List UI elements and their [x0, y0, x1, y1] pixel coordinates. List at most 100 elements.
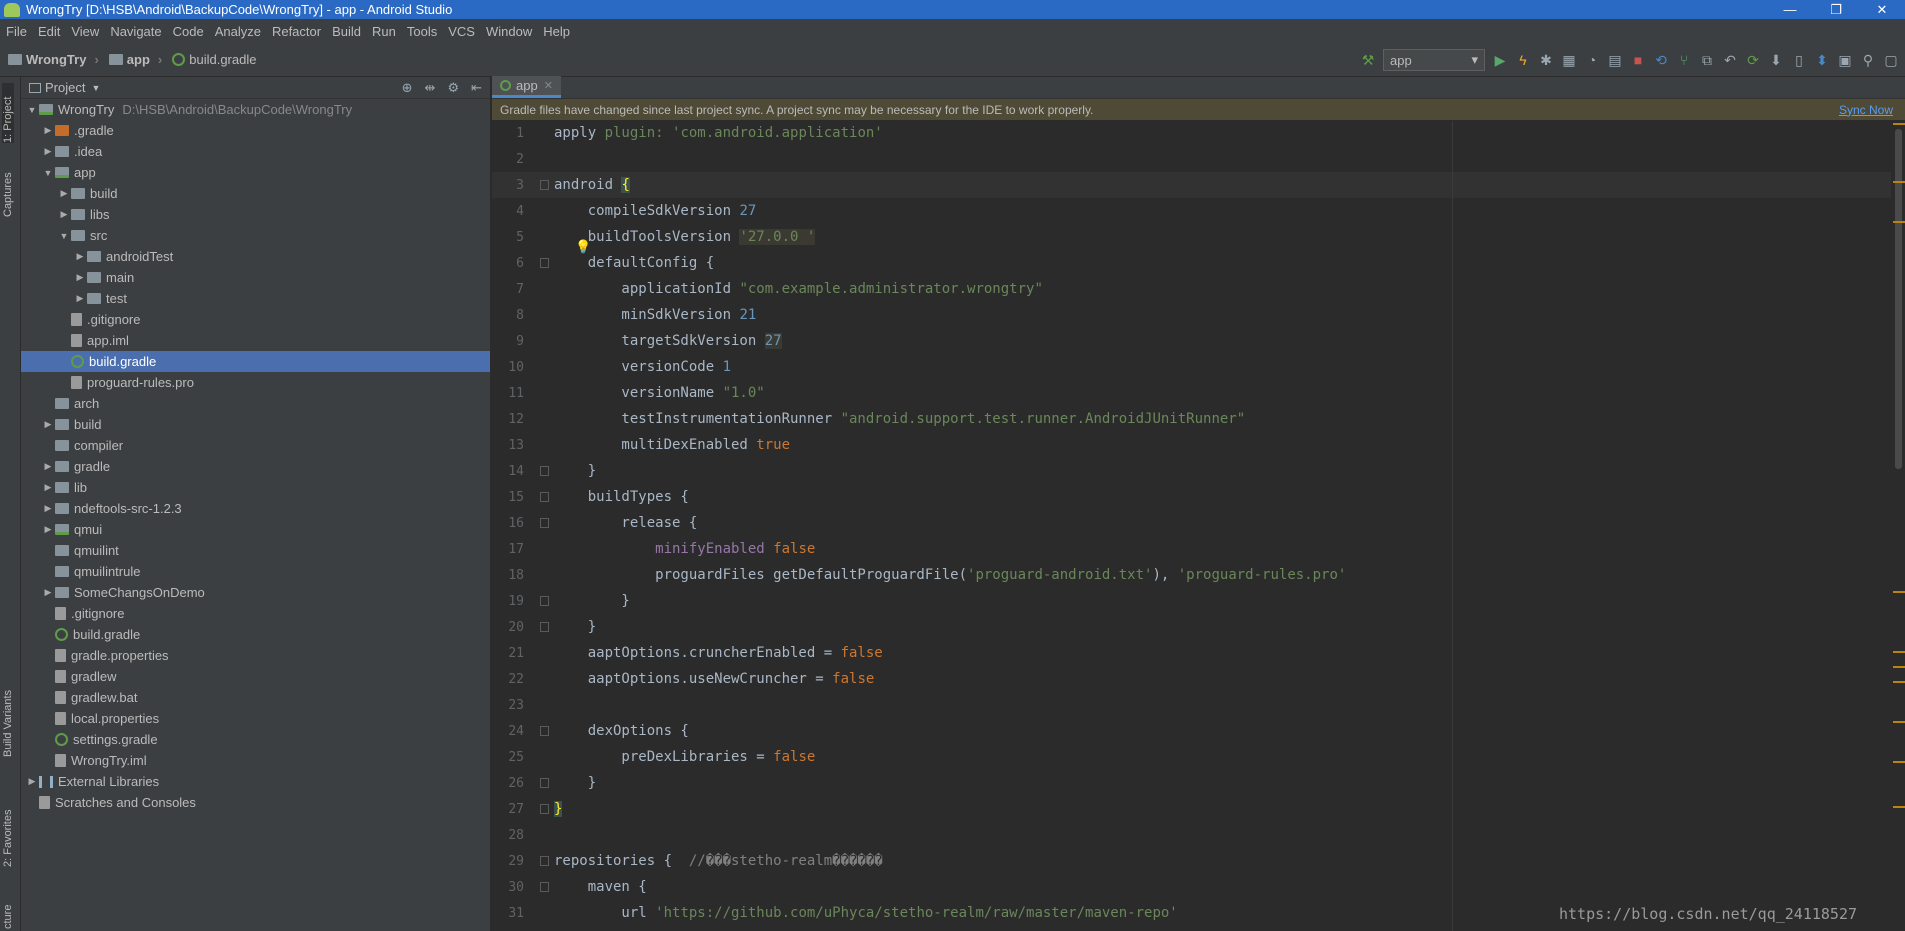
error-stripe-mark[interactable]: [1893, 806, 1905, 808]
code-line[interactable]: 4 compileSdkVersion 27: [492, 198, 1905, 224]
fold-marker-icon[interactable]: [540, 180, 549, 190]
run-configuration-select[interactable]: app ▾: [1383, 49, 1485, 71]
collapsed-arrow-icon[interactable]: ▶: [57, 188, 71, 199]
close-button[interactable]: ✕: [1859, 2, 1905, 18]
code-line[interactable]: 14 }: [492, 458, 1905, 484]
tree-item[interactable]: local.properties: [21, 708, 490, 729]
tree-item[interactable]: gradlew.bat: [21, 687, 490, 708]
collapsed-arrow-icon[interactable]: ▶: [73, 293, 87, 304]
code-line[interactable]: 19 }: [492, 588, 1905, 614]
stop-icon[interactable]: ■: [1630, 52, 1646, 68]
expanded-arrow-icon[interactable]: ▼: [57, 231, 71, 241]
gear-icon[interactable]: ⚙: [447, 80, 459, 96]
minimize-button[interactable]: —: [1767, 2, 1813, 17]
tree-item[interactable]: ▶ test: [21, 288, 490, 309]
menu-view[interactable]: View: [71, 24, 99, 39]
tree-item[interactable]: ▶ .idea: [21, 141, 490, 162]
vcs-commit-icon[interactable]: ⧉: [1699, 52, 1715, 68]
fold-marker-icon[interactable]: [540, 856, 549, 866]
gradle-sync-icon[interactable]: ⟳: [1745, 52, 1761, 68]
code-line[interactable]: 24 dexOptions {: [492, 718, 1905, 744]
tree-item[interactable]: Scratches and Consoles: [21, 792, 490, 813]
expanded-arrow-icon[interactable]: ▼: [41, 168, 55, 178]
tree-item[interactable]: ▶ .gradle: [21, 120, 490, 141]
code-line[interactable]: 29 repositories { //���stetho-realm������: [492, 848, 1905, 874]
code-line[interactable]: 9 targetSdkVersion 27: [492, 328, 1905, 354]
error-stripe-mark[interactable]: [1893, 666, 1905, 668]
error-stripe-mark[interactable]: [1893, 761, 1905, 763]
tree-item[interactable]: compiler: [21, 435, 490, 456]
menu-tools[interactable]: Tools: [407, 24, 437, 39]
code-line[interactable]: 17 minifyEnabled false: [492, 536, 1905, 562]
debug-icon[interactable]: ✱: [1538, 52, 1554, 68]
code-line[interactable]: 22 aaptOptions.useNewCruncher = false: [492, 666, 1905, 692]
code-line[interactable]: 21 aaptOptions.cruncherEnabled = false: [492, 640, 1905, 666]
tree-item[interactable]: proguard-rules.pro: [21, 372, 490, 393]
code-line[interactable]: 8 minSdkVersion 21: [492, 302, 1905, 328]
build-variants-tool-tab[interactable]: Build Variants: [2, 677, 14, 757]
code-line[interactable]: 6 defaultConfig {: [492, 250, 1905, 276]
code-line[interactable]: 18 proguardFiles getDefaultProguardFile(…: [492, 562, 1905, 588]
breadcrumb-module[interactable]: app ›: [108, 52, 162, 67]
error-stripe-mark[interactable]: [1893, 721, 1905, 723]
error-stripe-mark[interactable]: [1893, 221, 1905, 223]
error-stripe-mark[interactable]: [1893, 591, 1905, 593]
tree-item[interactable]: arch: [21, 393, 490, 414]
menu-run[interactable]: Run: [372, 24, 396, 39]
undo-icon[interactable]: ↶: [1722, 52, 1738, 68]
make-project-icon[interactable]: ⚒: [1360, 52, 1376, 68]
tree-item[interactable]: ▶ libs: [21, 204, 490, 225]
sync-now-link[interactable]: Sync Now: [1839, 103, 1893, 117]
collapsed-arrow-icon[interactable]: ▶: [41, 587, 55, 598]
collapsed-arrow-icon[interactable]: ▶: [41, 146, 55, 157]
menu-code[interactable]: Code: [173, 24, 204, 39]
tree-item[interactable]: ▶ androidTest: [21, 246, 490, 267]
collapsed-arrow-icon[interactable]: ▶: [25, 776, 39, 787]
tree-item[interactable]: build.gradle: [21, 624, 490, 645]
fold-marker-icon[interactable]: [540, 882, 549, 892]
breadcrumb-project[interactable]: WrongTry ›: [8, 52, 99, 67]
restore-button[interactable]: ❐: [1813, 2, 1859, 18]
layout-icon[interactable]: ▢: [1883, 52, 1899, 68]
code-line[interactable]: 7 applicationId "com.example.administrat…: [492, 276, 1905, 302]
tree-item[interactable]: ▶ main: [21, 267, 490, 288]
favorites-tool-tab[interactable]: 2: Favorites: [2, 797, 14, 867]
menu-edit[interactable]: Edit: [38, 24, 60, 39]
menu-file[interactable]: File: [6, 24, 27, 39]
scrollbar-thumb[interactable]: [1895, 129, 1902, 469]
device-file-explorer-icon[interactable]: ⬍: [1814, 52, 1830, 68]
structure-tool-tab[interactable]: cture: [2, 889, 14, 929]
tree-item[interactable]: ▶ lib: [21, 477, 490, 498]
code-line[interactable]: 30 maven {: [492, 874, 1905, 900]
error-stripe-mark[interactable]: [1893, 651, 1905, 653]
error-stripe-mark[interactable]: [1893, 681, 1905, 683]
close-icon[interactable]: ✕: [544, 79, 553, 92]
fold-marker-icon[interactable]: [540, 596, 549, 606]
tree-item[interactable]: ▼ src: [21, 225, 490, 246]
tree-item[interactable]: ▶ SomeChangsOnDemo: [21, 582, 490, 603]
code-line[interactable]: 23: [492, 692, 1905, 718]
code-editor[interactable]: 1 apply plugin: 'com.android.application'…: [492, 120, 1905, 926]
error-stripe-mark[interactable]: [1893, 123, 1905, 125]
attach-debugger-icon[interactable]: ◔: [1584, 52, 1600, 68]
editor-tab-app[interactable]: app ✕: [492, 76, 561, 98]
tree-item[interactable]: ▼ WrongTry D:\HSB\Android\BackupCode\Wrong…: [21, 99, 490, 120]
collapsed-arrow-icon[interactable]: ▶: [41, 503, 55, 514]
code-line[interactable]: 20 }: [492, 614, 1905, 640]
search-icon[interactable]: ⚲: [1860, 52, 1876, 68]
tree-item[interactable]: build.gradle: [21, 351, 490, 372]
profile-icon[interactable]: ▦: [1561, 52, 1577, 68]
code-line[interactable]: 13 multiDexEnabled true: [492, 432, 1905, 458]
code-line[interactable]: 25 preDexLibraries = false: [492, 744, 1905, 770]
menu-refactor[interactable]: Refactor: [272, 24, 321, 39]
fold-marker-icon[interactable]: [540, 466, 549, 476]
code-line[interactable]: 16 release {: [492, 510, 1905, 536]
error-stripe-mark[interactable]: [1893, 181, 1905, 183]
menu-analyze[interactable]: Analyze: [215, 24, 261, 39]
tree-item[interactable]: ▶ qmui: [21, 519, 490, 540]
fold-marker-icon[interactable]: [540, 726, 549, 736]
run-icon[interactable]: ▶: [1492, 52, 1508, 68]
collapsed-arrow-icon[interactable]: ▶: [41, 482, 55, 493]
project-tool-tab[interactable]: 1: Project: [2, 83, 14, 143]
tree-item[interactable]: ▶ build: [21, 414, 490, 435]
